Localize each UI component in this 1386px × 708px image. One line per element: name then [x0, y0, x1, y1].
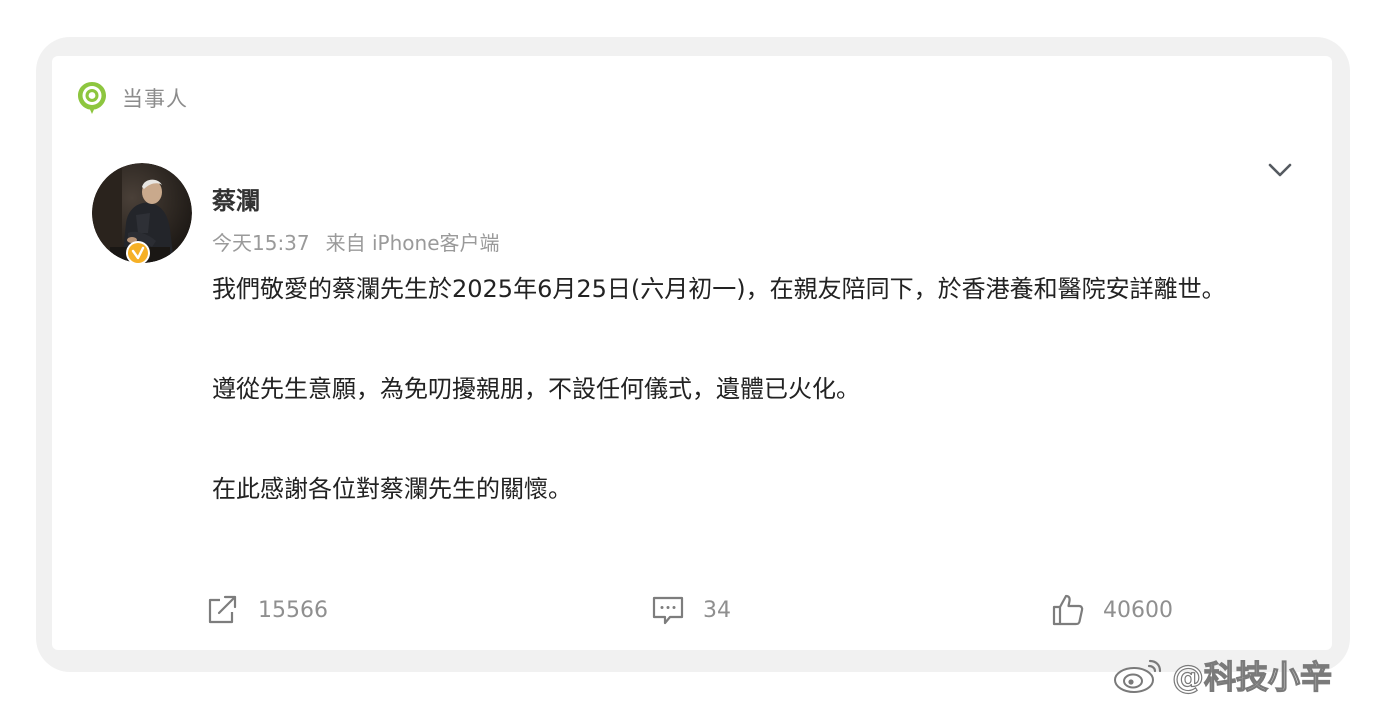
thumbs-up-icon	[1052, 594, 1084, 626]
comment-count: 34	[703, 597, 731, 623]
share-icon	[208, 595, 237, 624]
post-time: 今天15:37	[212, 231, 310, 255]
post-source[interactable]: 来自 iPhone客户端	[326, 231, 500, 255]
post-meta: 今天15:37 来自 iPhone客户端	[212, 228, 500, 258]
post-paragraph: 遵從先生意願，為免叨擾親朋，不設任何儀式，遺體已火化。	[212, 375, 860, 403]
action-bar: 15566 34 40600	[52, 588, 1332, 632]
share-count: 15566	[258, 597, 328, 623]
like-count: 40600	[1103, 597, 1173, 623]
comment-icon	[652, 596, 684, 625]
author-name[interactable]: 蔡瀾	[212, 183, 260, 219]
verified-badge-icon	[126, 241, 150, 265]
chevron-down-icon[interactable]	[1266, 156, 1294, 184]
share-button[interactable]: 15566	[206, 588, 328, 632]
post-paragraph: 我們敬愛的蔡瀾先生於2025年6月25日(六月初一)，在親友陪同下，於香港養和醫…	[212, 275, 1226, 303]
topic-header[interactable]: 当事人	[76, 80, 188, 116]
topic-label: 当事人	[122, 87, 188, 111]
post-content: 我們敬愛的蔡瀾先生於2025年6月25日(六月初一)，在親友陪同下，於香港養和醫…	[212, 264, 1292, 514]
weibo-logo-icon	[1114, 659, 1162, 693]
comment-button[interactable]: 34	[651, 588, 731, 632]
watermark: @科技小辛	[1112, 650, 1333, 700]
like-button[interactable]: 40600	[1051, 588, 1173, 632]
post-card: 当事人 蔡瀾 今天15:37 来自 iPhone客户端 我們敬愛的蔡瀾先生於20…	[52, 56, 1332, 650]
post-paragraph: 在此感謝各位對蔡瀾先生的關懷。	[212, 475, 572, 503]
topic-bubble-icon	[78, 82, 106, 114]
watermark-text: @科技小辛	[1171, 657, 1333, 696]
